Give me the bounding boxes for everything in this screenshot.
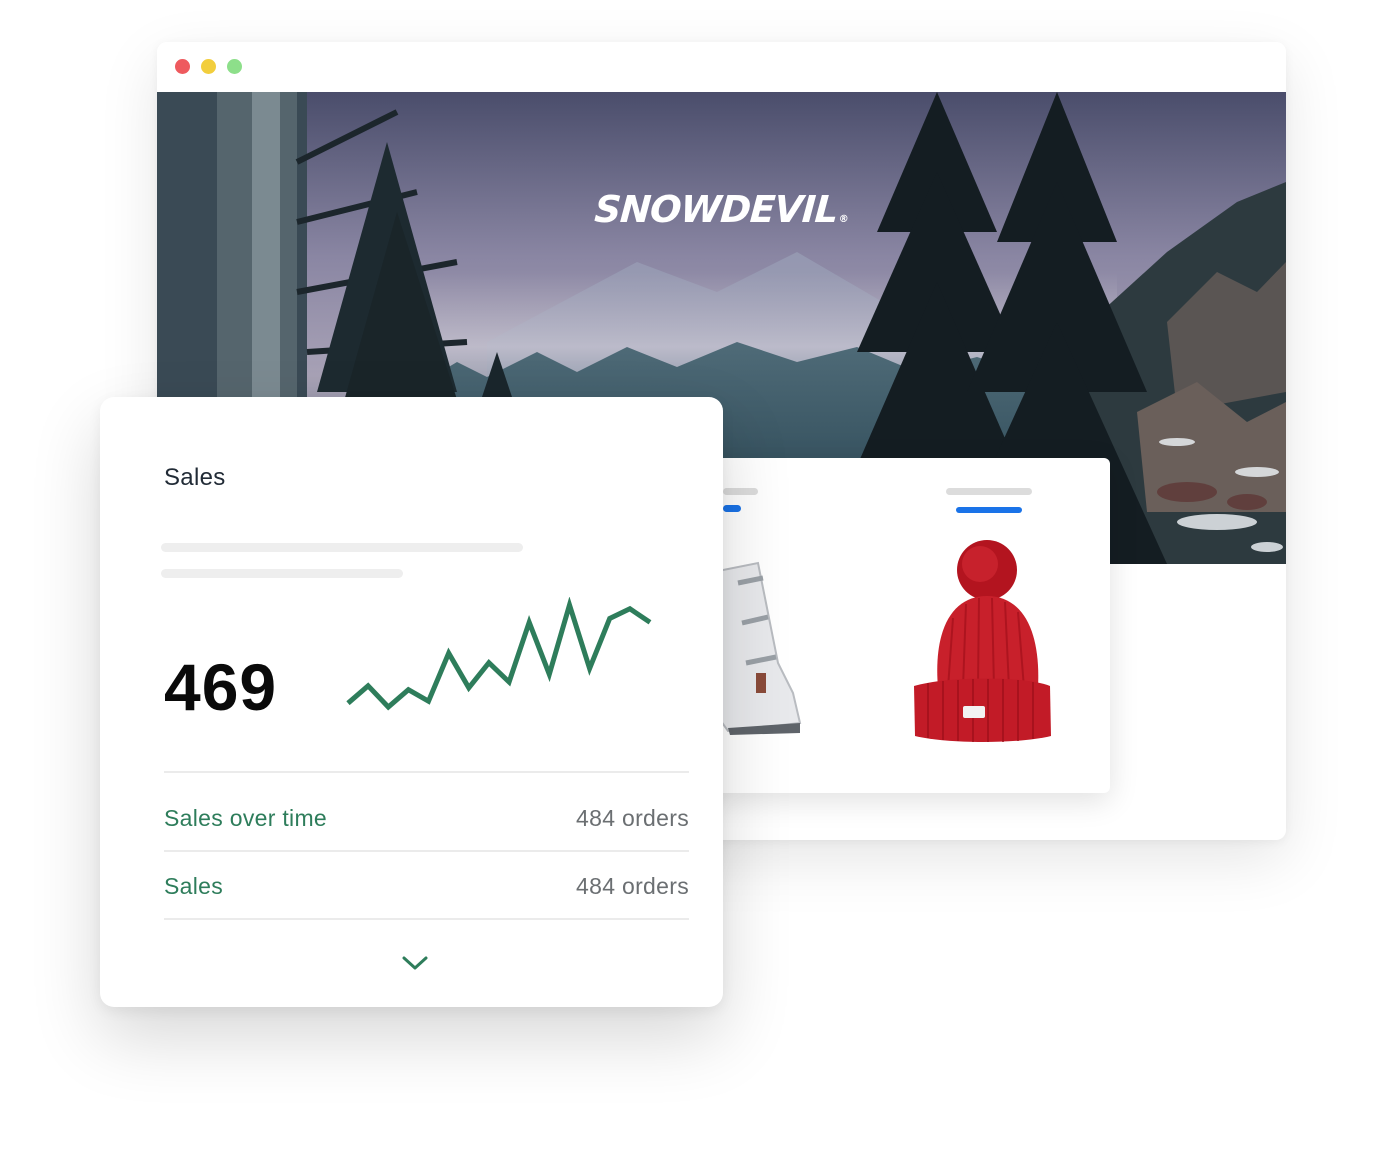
loading-placeholder	[161, 569, 403, 578]
minimize-window-button[interactable]	[201, 59, 216, 74]
maximize-window-button[interactable]	[227, 59, 242, 74]
row-divider	[164, 918, 689, 920]
sales-total: 469	[164, 650, 278, 724]
store-logo-text: SNOWDEVIL	[593, 188, 839, 231]
sales-over-time-link[interactable]: Sales over time	[164, 805, 327, 832]
sales-card: Sales 469 Sales over time 484 orders Sal…	[100, 397, 723, 1007]
sales-sparkline	[346, 597, 652, 711]
beanie-hat-icon[interactable]	[908, 538, 1058, 748]
registered-mark: ®	[838, 214, 849, 225]
close-window-button[interactable]	[175, 59, 190, 74]
product-price-placeholder	[723, 505, 741, 512]
sparkline-series	[346, 597, 652, 711]
row-divider	[164, 850, 689, 852]
sales-card-title: Sales	[164, 464, 226, 491]
page: SNOWDEVIL® Sales 469 Sales over time 484…	[0, 0, 1387, 1168]
sales-over-time-value: 484 orders	[576, 805, 689, 831]
window-titlebar	[157, 42, 1286, 92]
expand-button[interactable]	[400, 952, 430, 974]
product-title-placeholder	[723, 488, 758, 495]
chevron-down-icon	[402, 956, 428, 970]
sales-link[interactable]: Sales	[164, 873, 223, 900]
store-logo[interactable]: SNOWDEVIL®	[157, 188, 1286, 231]
sales-value: 484 orders	[576, 873, 689, 899]
row-divider	[164, 771, 689, 773]
product-price-placeholder	[956, 507, 1022, 513]
loading-placeholder	[161, 543, 523, 552]
product-title-placeholder	[946, 488, 1032, 495]
